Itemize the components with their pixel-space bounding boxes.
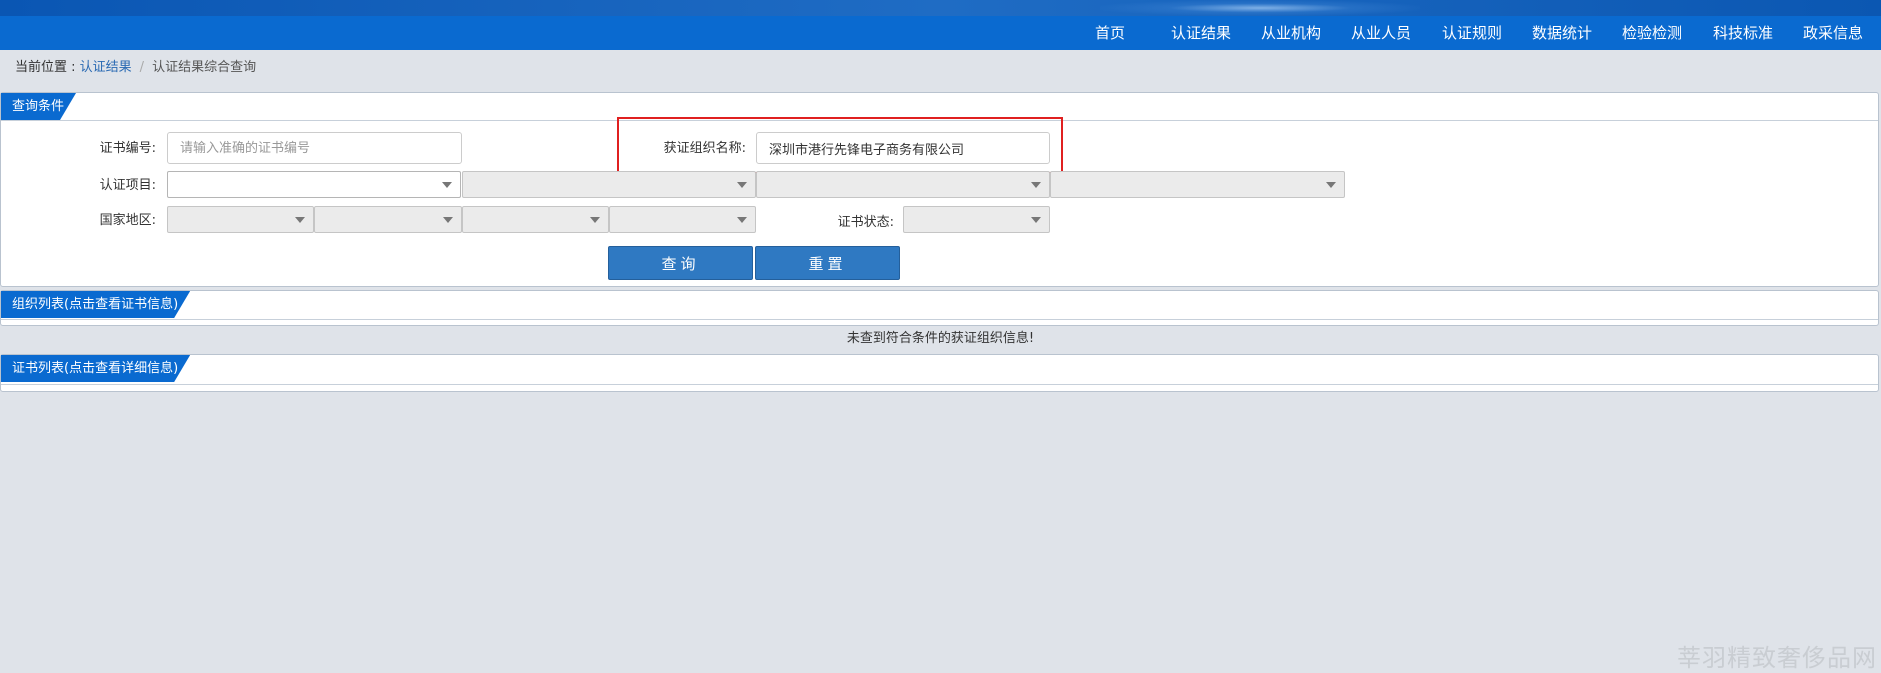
nav-item-home[interactable]: 首页 <box>1095 16 1125 50</box>
watermark: 莘羽精致奢侈品网 <box>1677 644 1877 672</box>
breadcrumb-current: 认证结果综合查询 <box>152 60 257 75</box>
nav-item-practitioners[interactable]: 从业人员 <box>1351 16 1411 50</box>
chevron-down-icon <box>737 182 747 188</box>
region-select-4[interactable] <box>609 206 756 233</box>
cert-status-select[interactable] <box>903 206 1050 233</box>
top-banner <box>0 0 1881 16</box>
breadcrumb-link-cert-results[interactable]: 认证结果 <box>80 60 132 75</box>
cert-list-panel-tab: 证书列表(点击查看详细信息) <box>1 355 190 382</box>
nav-item-statistics[interactable]: 数据统计 <box>1532 16 1592 50</box>
cert-item-label: 认证项目: <box>99 178 156 193</box>
region-select-3[interactable] <box>462 206 609 233</box>
breadcrumb: 当前位置 : 认证结果 / 认证结果综合查询 <box>15 58 256 78</box>
query-panel-tab: 查询条件 <box>1 93 76 120</box>
cert-list-panel: 证书列表(点击查看详细信息) <box>0 354 1879 392</box>
cert-status-label: 证书状态: <box>837 215 894 230</box>
nav-item-inspection[interactable]: 检验检测 <box>1622 16 1682 50</box>
chevron-down-icon <box>442 182 452 188</box>
cert-item-select-2[interactable] <box>462 171 756 198</box>
region-select-2[interactable] <box>314 206 462 233</box>
chevron-down-icon <box>443 217 453 223</box>
nav-item-agencies[interactable]: 从业机构 <box>1261 16 1321 50</box>
main-nav: 首页 认证结果 从业机构 从业人员 认证规则 数据统计 检验检测 科技标准 政采… <box>0 16 1881 50</box>
chevron-down-icon <box>590 217 600 223</box>
region-select-1[interactable] <box>167 206 314 233</box>
reset-button[interactable]: 重置 <box>755 246 900 280</box>
org-list-panel-tab: 组织列表(点击查看证书信息) <box>1 291 190 318</box>
highlight-box <box>617 117 1063 174</box>
cert-item-select-3[interactable] <box>756 171 1050 198</box>
org-list-panel-header: 组织列表(点击查看证书信息) <box>1 291 1878 320</box>
nav-item-cert-results[interactable]: 认证结果 <box>1171 16 1231 50</box>
cert-item-select-4[interactable] <box>1050 171 1345 198</box>
banner-decoration <box>1100 0 1420 16</box>
org-list-panel: 组织列表(点击查看证书信息) <box>0 290 1879 326</box>
chevron-down-icon <box>737 217 747 223</box>
empty-result-message: 未查到符合条件的获证组织信息! <box>846 331 1035 346</box>
nav-item-tech-standards[interactable]: 科技标准 <box>1713 16 1773 50</box>
chevron-down-icon <box>1031 182 1041 188</box>
cert-no-input[interactable] <box>167 132 462 164</box>
breadcrumb-separator: / <box>139 60 145 75</box>
cert-no-label: 证书编号: <box>99 141 156 156</box>
region-label: 国家地区: <box>99 213 156 228</box>
cert-item-select-1[interactable] <box>167 171 461 198</box>
breadcrumb-prefix: 当前位置 : <box>15 60 80 75</box>
search-button[interactable]: 查询 <box>608 246 753 280</box>
chevron-down-icon <box>1031 217 1041 223</box>
chevron-down-icon <box>1326 182 1336 188</box>
chevron-down-icon <box>295 217 305 223</box>
nav-item-procurement[interactable]: 政采信息 <box>1803 16 1863 50</box>
cert-list-panel-header: 证书列表(点击查看详细信息) <box>1 355 1878 385</box>
nav-item-cert-rules[interactable]: 认证规则 <box>1442 16 1502 50</box>
